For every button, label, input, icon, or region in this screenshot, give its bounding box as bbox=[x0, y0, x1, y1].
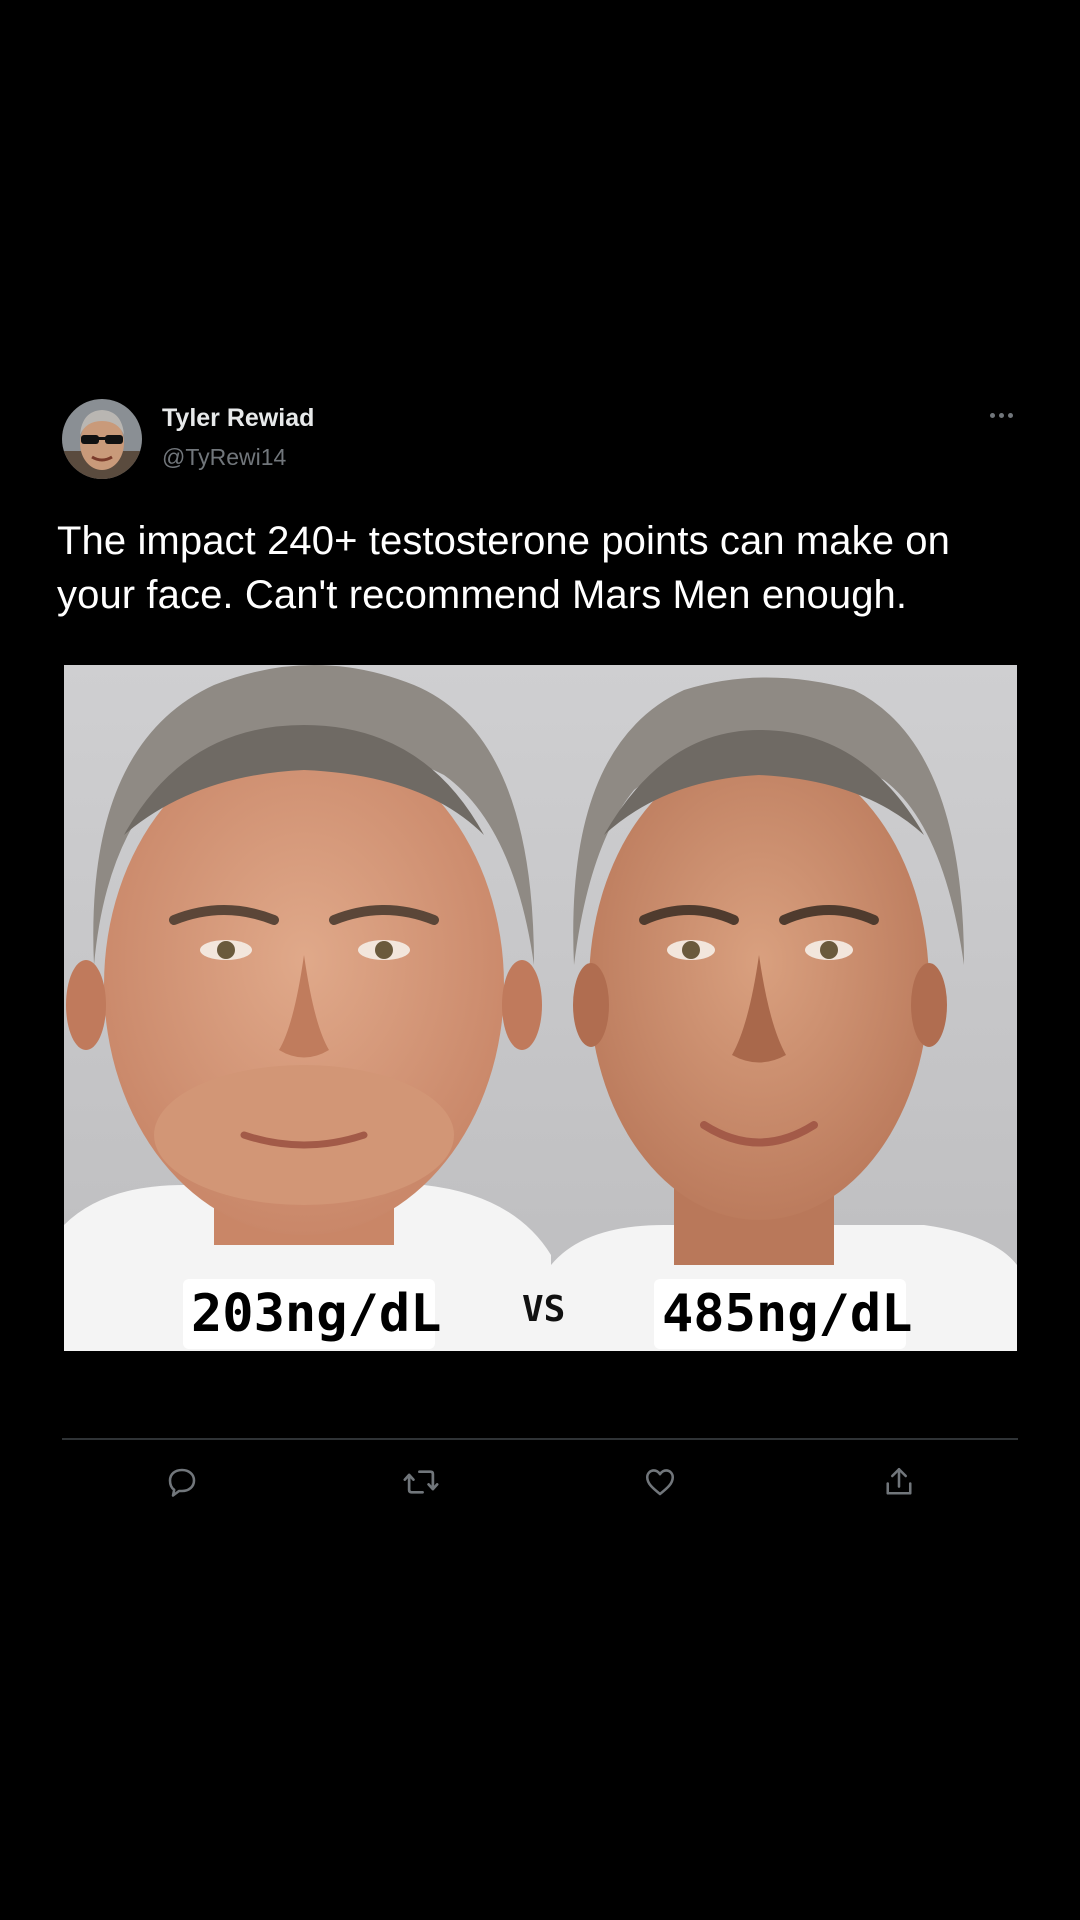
author-display-name[interactable]: Tyler Rewiad bbox=[162, 404, 314, 433]
after-level-label: 485ng/dL bbox=[654, 1279, 912, 1349]
action-bar-divider bbox=[62, 1438, 1018, 1440]
left-face bbox=[64, 665, 551, 1351]
versus-label: VS bbox=[522, 1289, 566, 1330]
retweet-button[interactable] bbox=[397, 1458, 445, 1506]
before-level-label: 203ng/dL bbox=[183, 1279, 441, 1349]
reply-button[interactable] bbox=[158, 1458, 206, 1506]
avatar-image bbox=[62, 399, 142, 479]
author-handle[interactable]: @TyRewi14 bbox=[162, 444, 286, 471]
share-icon bbox=[886, 1467, 912, 1495]
reply-icon bbox=[168, 1468, 196, 1497]
share-button[interactable] bbox=[875, 1458, 923, 1506]
before-after-photo bbox=[64, 665, 1017, 1351]
more-options-button[interactable] bbox=[978, 400, 1024, 430]
like-heart-icon bbox=[645, 1469, 675, 1496]
retweet-icon bbox=[403, 1470, 439, 1494]
tweet-text: The impact 240+ testosterone points can … bbox=[57, 519, 951, 617]
like-button[interactable] bbox=[636, 1458, 684, 1506]
more-horizontal-icon bbox=[989, 412, 995, 418]
tweet-card: Tyler Rewiad @TyRewi14 The impact 240+ t… bbox=[0, 0, 1080, 1920]
author-avatar[interactable] bbox=[62, 399, 142, 479]
tweet-media-image[interactable]: 203ng/dL VS 485ng/dL bbox=[64, 665, 1017, 1351]
